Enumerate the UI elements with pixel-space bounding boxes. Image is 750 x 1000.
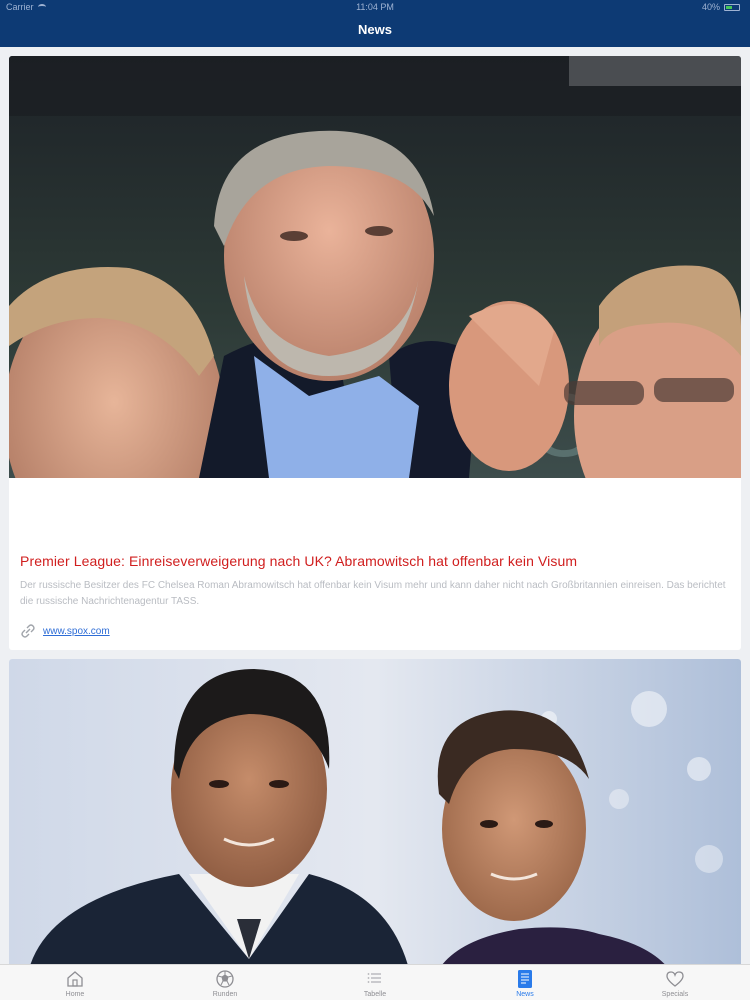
- tab-tabelle[interactable]: Tabelle: [300, 965, 450, 1000]
- battery-icon: [724, 3, 740, 11]
- status-battery: 40%: [702, 2, 740, 12]
- news-photo[interactable]: [9, 659, 741, 964]
- heart-icon: [666, 971, 684, 987]
- soccer-ball-icon: [216, 970, 234, 988]
- tab-label-specials: Specials: [661, 991, 689, 998]
- tab-news[interactable]: News: [450, 965, 600, 1000]
- house-icon: [67, 971, 83, 987]
- tab-runden[interactable]: Runden: [150, 965, 300, 1000]
- news-feed[interactable]: O Premier League: Einreiseverweigerung n…: [0, 47, 750, 964]
- news-photo-image: [9, 659, 741, 964]
- tab-specials[interactable]: Specials: [600, 965, 750, 1000]
- tab-label-news: News: [516, 991, 534, 998]
- battery-percent: 40%: [701, 2, 720, 12]
- tab-label-runden: Runden: [212, 991, 238, 998]
- tab-label-home: Home: [65, 991, 85, 998]
- news-photo[interactable]: O: [9, 56, 741, 478]
- news-card[interactable]: O Premier League: Einreiseverweigerung n…: [9, 56, 741, 650]
- status-bar: Carrier 11:04 PM 40%: [0, 0, 750, 14]
- page-title: News: [358, 22, 392, 37]
- article-summary: Der russische Besitzer des FC Chelsea Ro…: [20, 580, 726, 607]
- link-icon: [21, 624, 35, 638]
- article-source-link[interactable]: www.spox.com: [43, 626, 110, 637]
- article-source-row: www.spox.com: [20, 624, 110, 638]
- tab-label-tabelle: Tabelle: [363, 991, 387, 998]
- tab-home[interactable]: Home: [0, 965, 150, 1000]
- article-title[interactable]: Premier League: Einreiseverweigerung nac…: [20, 553, 730, 569]
- news-photo-image: O: [9, 56, 741, 478]
- status-time: 11:04 PM: [356, 2, 394, 12]
- news-icon: [518, 970, 532, 988]
- list-icon: [367, 973, 381, 983]
- tab-bar: Home Runden Tabelle News Specials: [0, 964, 750, 1000]
- top-header: Carrier 11:04 PM 40% News: [0, 0, 750, 47]
- news-card[interactable]: [9, 659, 741, 964]
